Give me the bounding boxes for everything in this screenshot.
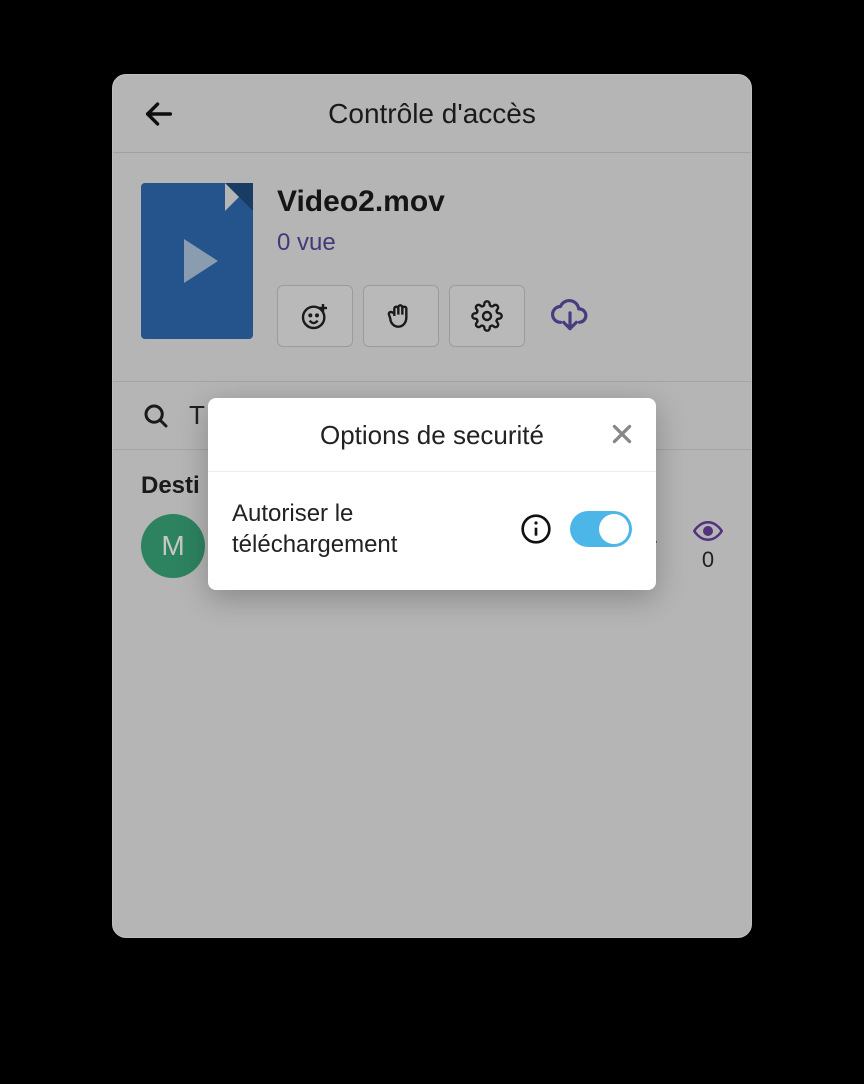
file-actions [277,285,723,347]
file-thumbnail[interactable] [141,183,253,339]
page-title: Contrôle d'accès [113,98,751,130]
smile-plus-icon [299,300,331,332]
allow-download-label: Autoriser le téléchargement [232,498,502,560]
block-button[interactable] [363,285,439,347]
view-count: 0 [702,547,714,573]
arrow-left-icon [142,97,176,131]
info-icon [520,513,552,545]
modal-header: Options de securité [208,398,656,472]
file-meta: Video2.mov 0 vue [277,183,723,347]
download-button[interactable] [545,291,595,341]
add-reaction-button[interactable] [277,285,353,347]
toggle-knob [599,514,629,544]
file-section: Video2.mov 0 vue [113,153,751,382]
header: Contrôle d'accès [113,75,751,153]
modal-body: Autoriser le téléchargement [208,472,656,590]
avatar: M [141,514,205,578]
back-button[interactable] [137,92,181,136]
file-name: Video2.mov [277,185,723,219]
close-button[interactable] [602,414,642,454]
security-options-modal: Options de securité Autoriser le télécha… [208,398,656,590]
search-input-text: T [189,400,205,431]
info-button[interactable] [518,511,554,547]
eye-icon [693,519,723,543]
settings-button[interactable] [449,285,525,347]
search-icon [141,401,171,431]
view-indicator: 0 [693,519,723,573]
file-fold [225,183,253,211]
hand-icon [385,300,417,332]
gear-icon [471,300,503,332]
play-icon [184,239,218,283]
allow-download-toggle[interactable] [570,511,632,547]
file-view-count: 0 vue [277,229,723,257]
close-icon [609,421,635,447]
cloud-download-icon [551,297,589,335]
modal-title: Options de securité [320,420,544,451]
